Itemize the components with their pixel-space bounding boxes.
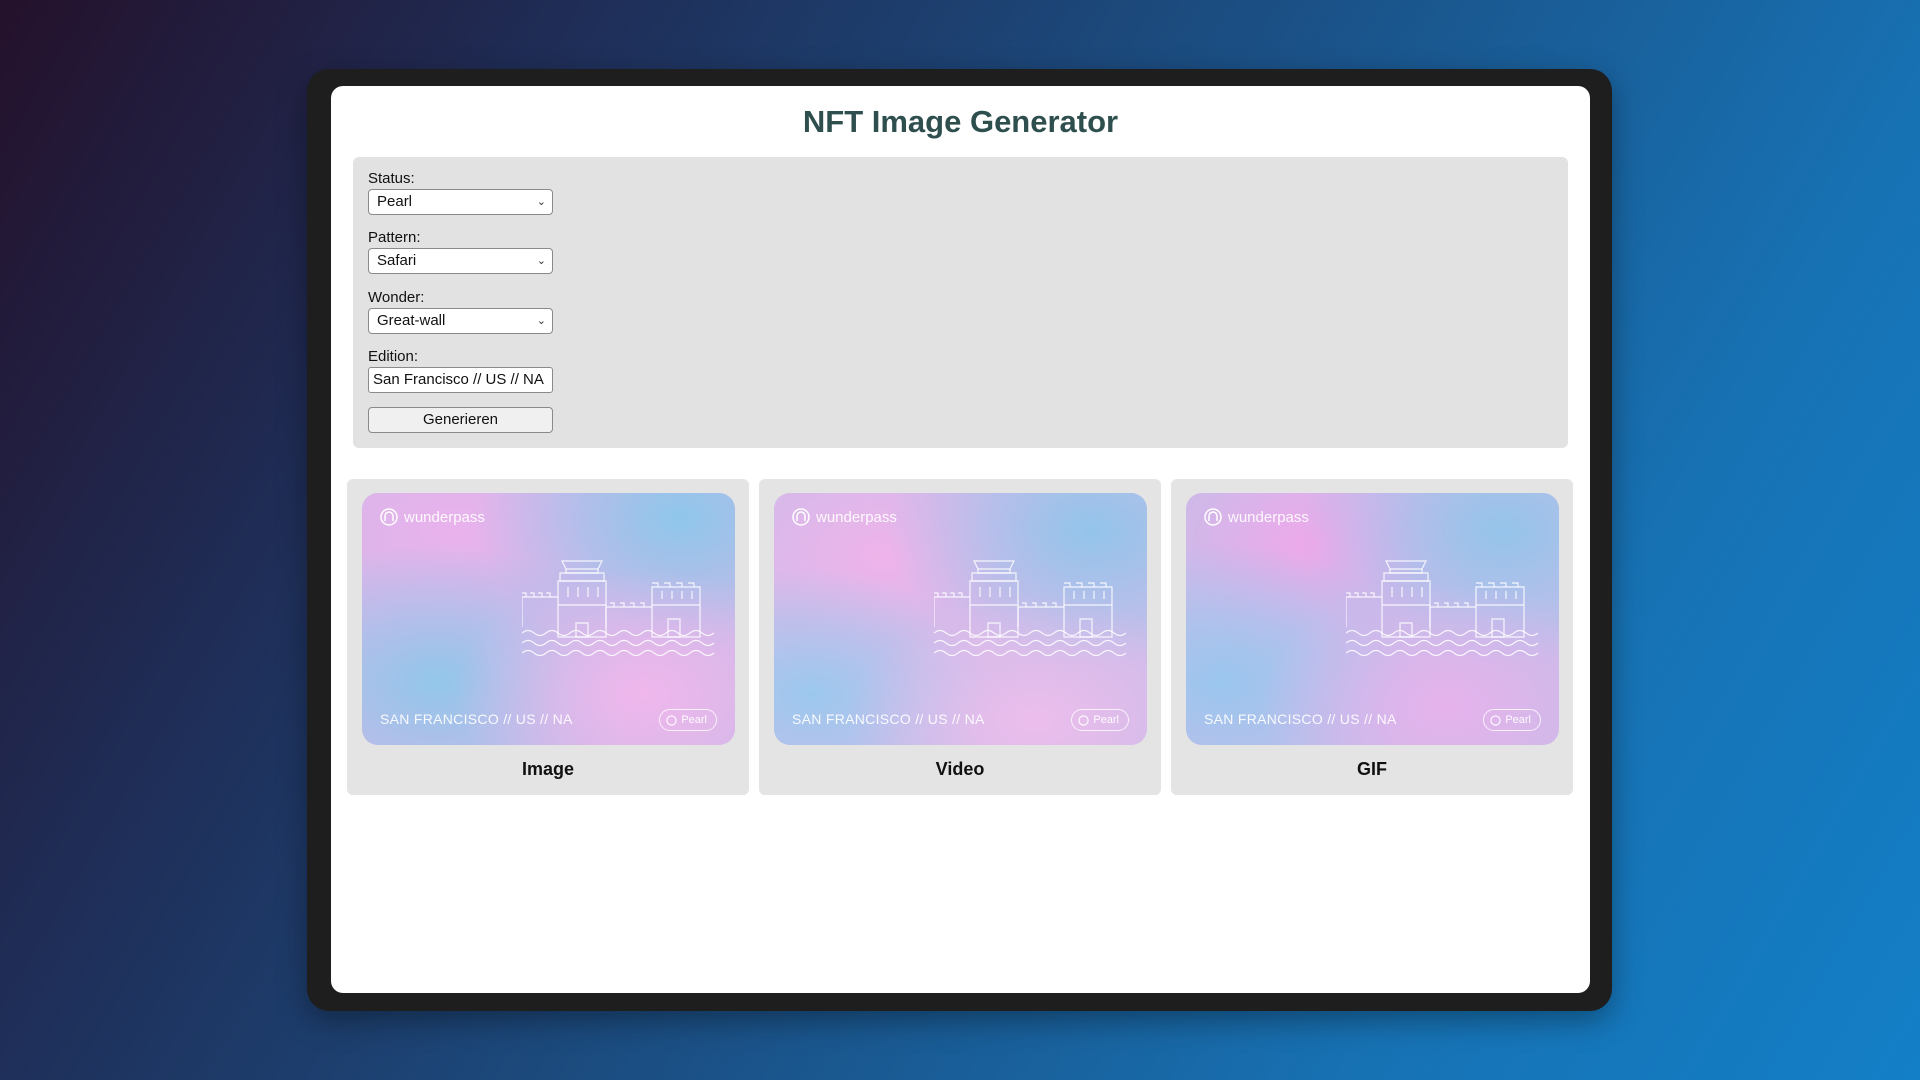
result-caption: GIF bbox=[1357, 759, 1387, 779]
result-card-video: wunderpass SAN FRANCISCO // US // NA Pea… bbox=[759, 479, 1161, 795]
pearl-icon bbox=[1490, 714, 1501, 726]
wonder-select-value: Great-wall bbox=[377, 312, 446, 329]
pattern-label: Pattern: bbox=[368, 229, 421, 246]
page-title: NFT Image Generator bbox=[802, 104, 1119, 139]
nft-status-badge: Pearl bbox=[1071, 709, 1129, 731]
status-select[interactable]: Pearl ⌄ bbox=[368, 189, 553, 215]
brand-name: wunderpass bbox=[404, 508, 485, 526]
pearl-icon bbox=[1078, 714, 1089, 726]
generate-button[interactable]: Generieren bbox=[368, 407, 553, 433]
wonder-field: Wonder: Great-wall ⌄ bbox=[368, 289, 553, 334]
pattern-select[interactable]: Safari ⌄ bbox=[368, 248, 553, 274]
wunderpass-logo-icon bbox=[380, 508, 398, 526]
edition-label: Edition: bbox=[368, 348, 419, 365]
edition-field: Edition: San Francisco // US // NA bbox=[368, 348, 553, 393]
brand-logo: wunderpass bbox=[792, 508, 897, 526]
brand-logo: wunderpass bbox=[1204, 508, 1309, 526]
nft-status-label: Pearl bbox=[1093, 714, 1119, 726]
result-caption: Video bbox=[935, 759, 985, 779]
nft-edition-text: SAN FRANCISCO // US // NA bbox=[792, 711, 985, 727]
edition-input[interactable]: San Francisco // US // NA bbox=[368, 367, 553, 393]
brand-logo: wunderpass bbox=[380, 508, 485, 526]
nft-edition-text: SAN FRANCISCO // US // NA bbox=[1204, 711, 1397, 727]
nft-card: wunderpass SAN FRANCISCO // US // NA Pea… bbox=[362, 493, 735, 745]
nft-card: wunderpass SAN FRANCISCO // US // NA Pea… bbox=[774, 493, 1147, 745]
browser-viewport: NFT Image Generator Status: Pearl ⌄ Patt… bbox=[331, 86, 1590, 993]
result-caption: Image bbox=[521, 759, 575, 779]
device-frame: NFT Image Generator Status: Pearl ⌄ Patt… bbox=[307, 69, 1612, 1011]
status-label: Status: bbox=[368, 170, 415, 187]
result-card-gif: wunderpass SAN FRANCISCO // US // NA Pea… bbox=[1171, 479, 1573, 795]
nft-edition-text: SAN FRANCISCO // US // NA bbox=[380, 711, 573, 727]
pattern-select-value: Safari bbox=[377, 252, 417, 269]
chevron-down-icon: ⌄ bbox=[536, 255, 546, 267]
chevron-down-icon: ⌄ bbox=[536, 315, 546, 327]
status-select-value: Pearl bbox=[377, 193, 413, 210]
brand-name: wunderpass bbox=[1228, 508, 1309, 526]
nft-status-badge: Pearl bbox=[659, 709, 717, 731]
pattern-field: Pattern: Safari ⌄ bbox=[368, 229, 553, 274]
nft-status-label: Pearl bbox=[681, 714, 707, 726]
wonder-label: Wonder: bbox=[368, 289, 425, 306]
great-wall-illustration bbox=[522, 560, 715, 657]
nft-status-label: Pearl bbox=[1505, 714, 1531, 726]
brand-name: wunderpass bbox=[816, 508, 897, 526]
nft-status-badge: Pearl bbox=[1483, 709, 1541, 731]
wunderpass-logo-icon bbox=[1204, 508, 1222, 526]
great-wall-illustration bbox=[934, 560, 1127, 657]
wonder-select[interactable]: Great-wall ⌄ bbox=[368, 308, 553, 334]
great-wall-illustration bbox=[1346, 560, 1539, 657]
status-field: Status: Pearl ⌄ bbox=[368, 170, 553, 215]
wunderpass-logo-icon bbox=[792, 508, 810, 526]
nft-card: wunderpass SAN FRANCISCO // US // NA Pea… bbox=[1186, 493, 1559, 745]
chevron-down-icon: ⌄ bbox=[536, 196, 546, 208]
pearl-icon bbox=[666, 714, 677, 726]
generator-form: Status: Pearl ⌄ Pattern: Safari ⌄ Wonder… bbox=[353, 157, 1568, 448]
result-card-image: wunderpass SAN FRANCISCO // US // NA Pea… bbox=[347, 479, 749, 795]
